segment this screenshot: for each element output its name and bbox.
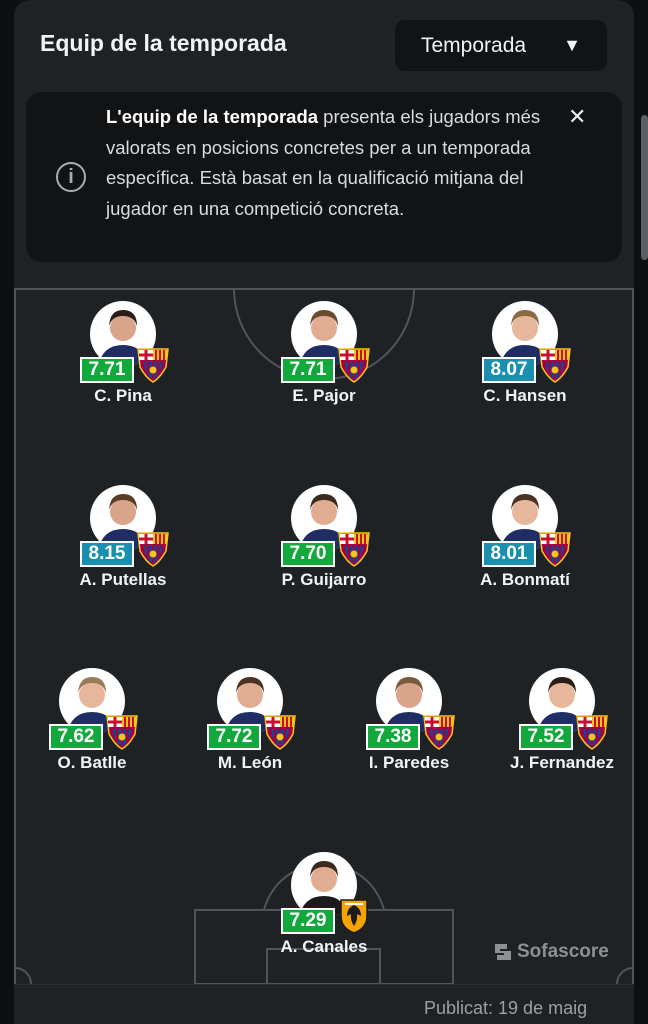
player-name: P. Guijarro xyxy=(281,570,367,589)
barcelona-crest-icon xyxy=(338,532,370,567)
barcelona-crest-icon xyxy=(539,532,571,567)
player-rating: 7.71 xyxy=(80,357,134,383)
player-rating: 8.07 xyxy=(482,357,536,383)
barcelona-crest-icon xyxy=(106,715,138,750)
published-date: Publicat: 19 de maig xyxy=(424,998,588,1018)
barcelona-crest-icon xyxy=(264,715,296,750)
barcelona-crest-icon xyxy=(423,715,455,750)
scrollbar[interactable] xyxy=(641,115,648,260)
player-name: E. Pajor xyxy=(292,386,356,405)
player-card[interactable]: 7.72 M. León xyxy=(165,668,335,788)
player-name: A. Canales xyxy=(280,937,368,956)
player-name: J. Fernandez xyxy=(510,753,614,772)
player-card[interactable]: 7.62 O. Batlle xyxy=(7,668,177,788)
player-rating: 8.15 xyxy=(80,541,134,567)
info-banner: i L'equip de la temporada presenta els j… xyxy=(26,92,622,262)
info-text: L'equip de la temporada presenta els jug… xyxy=(106,102,546,224)
player-card[interactable]: 8.15 A. Putellas xyxy=(38,485,208,605)
player-name: M. León xyxy=(217,753,283,772)
player-card[interactable]: 7.38 I. Paredes xyxy=(324,668,494,788)
player-rating: 7.70 xyxy=(281,541,335,567)
player-rating: 7.52 xyxy=(519,724,573,750)
player-rating: 8.01 xyxy=(482,541,536,567)
sofascore-logo-icon xyxy=(495,944,511,960)
player-name: C. Pina xyxy=(94,386,152,405)
player-name: C. Hansen xyxy=(483,386,567,405)
barcelona-crest-icon xyxy=(137,532,169,567)
player-card[interactable]: 7.71 C. Pina xyxy=(38,301,208,421)
player-card[interactable]: 7.52 J. Fernandez xyxy=(477,668,647,788)
season-select[interactable]: Temporada ▼ xyxy=(395,20,607,71)
player-card[interactable]: 8.07 C. Hansen xyxy=(440,301,610,421)
player-card[interactable]: 8.01 A. Bonmatí xyxy=(440,485,610,605)
info-icon: i xyxy=(56,162,86,192)
player-rating: 7.38 xyxy=(366,724,420,750)
player-rating: 7.62 xyxy=(49,724,103,750)
watermark-text: Sofascore xyxy=(517,941,609,962)
player-card[interactable]: 7.70 P. Guijarro xyxy=(239,485,409,605)
barcelona-crest-icon xyxy=(338,348,370,383)
player-rating: 7.29 xyxy=(281,908,335,934)
barcelona-crest-icon xyxy=(137,348,169,383)
info-text-bold: L'equip de la temporada xyxy=(106,106,319,127)
player-name: I. Paredes xyxy=(368,753,450,772)
player-card[interactable]: 7.29 A. Canales xyxy=(239,852,409,972)
season-select-value: Temporada xyxy=(421,33,527,57)
sofascore-watermark: Sofascore xyxy=(493,941,609,963)
player-name: A. Bonmatí xyxy=(480,570,570,589)
player-card[interactable]: 7.71 E. Pajor xyxy=(239,301,409,421)
player-name: O. Batlle xyxy=(57,753,127,772)
player-rating: 7.71 xyxy=(281,357,335,383)
barcelona-crest-icon xyxy=(576,715,608,750)
pitch: 7.71 C. Pina 7.71 E. Pajor 8.07 C. Hanse… xyxy=(14,288,634,984)
player-rating: 7.72 xyxy=(207,724,261,750)
barcelona-crest-icon xyxy=(539,348,571,383)
valencia-crest-icon xyxy=(340,899,368,934)
close-icon[interactable]: ✕ xyxy=(568,104,586,130)
player-name: A. Putellas xyxy=(79,570,167,589)
chevron-down-icon: ▼ xyxy=(563,35,581,55)
page-title: Equip de la temporada xyxy=(40,30,287,56)
footer-divider xyxy=(14,984,634,985)
